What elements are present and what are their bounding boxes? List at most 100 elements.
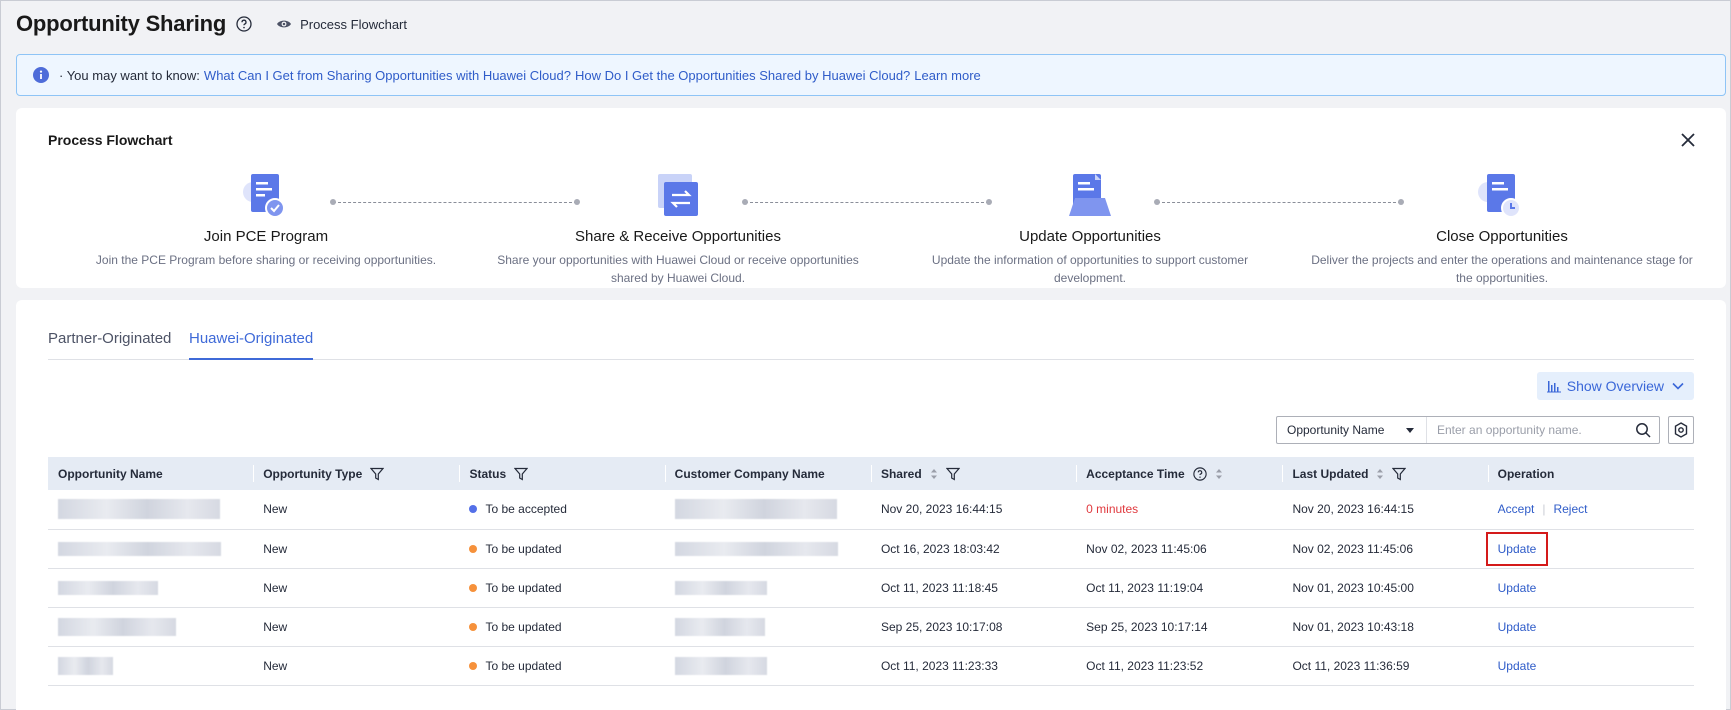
help-icon[interactable]	[236, 16, 252, 32]
opportunity-type-cell: New	[253, 607, 460, 647]
search-box: Opportunity Name	[1276, 416, 1660, 444]
table-row: New To be updated Oct 11, 2023 11:18:45 …	[48, 568, 1694, 608]
last-updated-cell: Nov 01, 2023 10:43:18	[1282, 607, 1488, 647]
operation-cell: Update	[1487, 568, 1694, 608]
table-settings-button[interactable]	[1668, 416, 1694, 444]
update-button[interactable]: Update	[1498, 659, 1537, 673]
last-updated-cell: Oct 11, 2023 11:36:59	[1282, 646, 1488, 686]
notice-link-learn-more[interactable]: Learn more	[914, 68, 980, 83]
table-row: New To be accepted Nov 20, 2023 16:44:15…	[48, 490, 1694, 530]
status-cell: To be updated	[459, 607, 665, 647]
sort-icon[interactable]	[1215, 468, 1223, 480]
opportunity-name-cell[interactable]	[48, 646, 254, 686]
last-updated-cell: Nov 20, 2023 16:44:15	[1282, 490, 1488, 530]
sort-icon[interactable]	[930, 468, 938, 480]
page-header: Opportunity Sharing Process Flowchart	[16, 9, 407, 39]
opportunity-name-cell[interactable]	[48, 529, 254, 569]
customer-company-cell	[664, 646, 871, 686]
table-header-row: Opportunity Name Opportunity Type Status…	[48, 457, 1694, 490]
col-last-updated: Last Updated	[1282, 457, 1488, 490]
search-field-value: Opportunity Name	[1287, 423, 1385, 437]
update-button[interactable]: Update	[1485, 531, 1549, 566]
status-cell: To be updated	[459, 529, 665, 569]
info-icon	[33, 67, 49, 83]
flow-step-description: Share your opportunities with Huawei Clo…	[497, 253, 859, 285]
col-shared: Shared	[870, 457, 1077, 490]
col-opportunity-type: Opportunity Type	[253, 457, 460, 490]
operation-cell: Update	[1487, 607, 1694, 647]
opportunity-type-cell: New	[253, 490, 460, 530]
operation-cell: Update	[1485, 529, 1694, 569]
accept-button[interactable]: Accept	[1498, 502, 1535, 516]
opportunity-list-panel: Partner-Originated Huawei-Originated Sho…	[16, 300, 1726, 710]
shared-cell: Sep 25, 2023 10:17:08	[870, 607, 1077, 647]
notice-lead-text: · You may want to know:	[59, 67, 200, 83]
table-row: New To be updated Oct 16, 2023 18:03:42 …	[48, 529, 1694, 569]
customer-company-cell	[664, 490, 871, 530]
search-row: Opportunity Name	[1276, 416, 1694, 444]
show-overview-label: Show Overview	[1566, 378, 1664, 394]
flow-step-title: Close Opportunities	[1436, 228, 1568, 245]
filter-icon[interactable]	[514, 467, 529, 481]
filter-icon[interactable]	[945, 467, 960, 481]
search-input[interactable]	[1437, 423, 1627, 437]
bar-chart-icon	[1546, 381, 1561, 393]
flow-step-description: Deliver the projects and enter the opera…	[1311, 253, 1693, 285]
eye-icon	[277, 20, 292, 28]
shared-cell: Oct 11, 2023 11:23:33	[870, 646, 1077, 686]
table-row: New To be updated Oct 11, 2023 11:23:33 …	[48, 646, 1694, 686]
search-icon[interactable]	[1635, 422, 1651, 438]
document-edit-icon	[1069, 174, 1111, 216]
show-overview-button[interactable]: Show Overview	[1536, 372, 1694, 400]
operation-cell: Update	[1487, 646, 1694, 686]
opportunity-type-cell: New	[253, 646, 460, 686]
origin-tabs: Partner-Originated Huawei-Originated	[48, 300, 1694, 360]
opportunity-type-cell: New	[253, 568, 460, 608]
notice-link-get-opportunities[interactable]: How Do I Get the Opportunities Shared by…	[575, 68, 910, 83]
filter-icon[interactable]	[370, 467, 385, 481]
status-dot	[469, 622, 478, 631]
tab-partner-originated[interactable]: Partner-Originated	[48, 330, 171, 358]
close-icon[interactable]	[1680, 132, 1696, 148]
opportunity-type-cell: New	[253, 529, 460, 569]
table-row: New To be updated Sep 25, 2023 10:17:08 …	[48, 607, 1694, 647]
process-flowchart-label: Process Flowchart	[300, 16, 407, 32]
flow-step-update: Update Opportunities Update the informat…	[885, 168, 1295, 287]
opportunity-name-cell[interactable]	[48, 568, 254, 608]
acceptance-time-cell: 0 minutes	[1076, 490, 1283, 530]
flow-step-share: Share & Receive Opportunities Share your…	[473, 168, 883, 287]
status-dot	[469, 583, 478, 592]
operation-cell: Accept | Reject	[1487, 490, 1694, 530]
customer-company-cell	[664, 607, 871, 647]
col-operation: Operation	[1487, 457, 1694, 490]
status-cell: To be updated	[459, 646, 665, 686]
last-updated-cell: Nov 01, 2023 10:45:00	[1282, 568, 1488, 608]
notice-link-benefits[interactable]: What Can I Get from Sharing Opportunitie…	[204, 68, 571, 83]
col-opportunity-name: Opportunity Name	[48, 457, 254, 490]
update-button[interactable]: Update	[1498, 620, 1537, 634]
customer-company-cell	[664, 568, 871, 608]
acceptance-time-cell: Oct 11, 2023 11:23:52	[1076, 646, 1283, 686]
tab-huawei-originated[interactable]: Huawei-Originated	[189, 330, 314, 360]
help-icon[interactable]	[1192, 466, 1207, 481]
filter-icon[interactable]	[1392, 467, 1407, 481]
status-dot	[469, 661, 478, 670]
sort-icon[interactable]	[1376, 468, 1384, 480]
opportunity-name-cell[interactable]	[48, 490, 254, 530]
process-flowchart-panel: Process Flowchart Join PCE Program Join …	[16, 108, 1726, 288]
opportunity-name-cell[interactable]	[48, 607, 254, 647]
flow-step-description: Update the information of opportunities …	[931, 253, 1249, 285]
shared-cell: Nov 20, 2023 16:44:15	[870, 490, 1077, 530]
search-field-select[interactable]: Opportunity Name	[1277, 417, 1427, 443]
process-flowchart-toggle[interactable]: Process Flowchart	[276, 17, 407, 32]
flow-step-description: Join the PCE Program before sharing or r…	[95, 253, 437, 267]
flowchart-title: Process Flowchart	[48, 132, 173, 148]
update-button[interactable]: Update	[1498, 581, 1537, 595]
flowchart-steps: Join PCE Program Join the PCE Program be…	[61, 168, 1701, 285]
status-dot	[469, 544, 478, 553]
flow-step-title: Join PCE Program	[203, 228, 329, 245]
acceptance-time-cell: Nov 02, 2023 11:45:06	[1076, 529, 1283, 569]
reject-button[interactable]: Reject	[1553, 502, 1587, 516]
flow-step-join: Join PCE Program Join the PCE Program be…	[61, 168, 471, 269]
shared-cell: Oct 11, 2023 11:18:45	[870, 568, 1077, 608]
